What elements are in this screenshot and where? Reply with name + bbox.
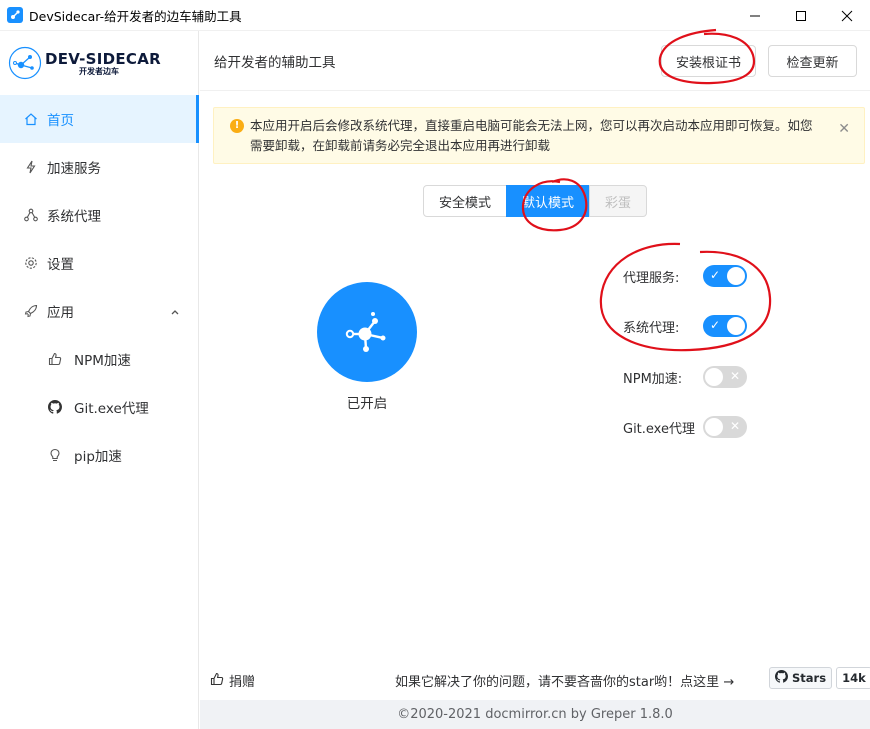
warning-alert: ! 本应用开启后会修改系统代理，直接重启电脑可能会无法上网，您可以再次启动本应用… bbox=[213, 107, 865, 164]
star-hint-link[interactable]: 如果它解决了你的问题，请不要吝啬你的star哟！点这里 → bbox=[395, 671, 734, 690]
lightning-icon bbox=[24, 160, 38, 174]
github-stars-label: Stars bbox=[792, 671, 827, 685]
sidebar-item-label: 加速服务 bbox=[47, 161, 101, 177]
sidebar-item-acceleration[interactable]: 加速服务 bbox=[0, 143, 198, 191]
logo-icon bbox=[8, 46, 42, 80]
github-stars-badge[interactable]: Stars 14k bbox=[769, 667, 870, 689]
sidebar-item-label: 设置 bbox=[47, 257, 74, 273]
sidebar-item-pip[interactable]: pip加速 bbox=[0, 431, 198, 479]
thumbs-up-icon bbox=[210, 672, 224, 690]
sidebar-item-label: pip加速 bbox=[74, 449, 122, 465]
switch-row-proxy-service: 代理服务: ✓ bbox=[623, 264, 747, 288]
switch-row-git: Git.exe代理 ✕ bbox=[623, 415, 747, 439]
rocket-icon bbox=[24, 304, 38, 318]
github-stars-count: 14k bbox=[836, 667, 870, 689]
switch-label: 代理服务: bbox=[623, 270, 680, 286]
sidebar-item-label: 应用 bbox=[47, 305, 74, 321]
install-root-cert-button[interactable]: 安装根证书 bbox=[661, 45, 756, 77]
check-update-button[interactable]: 检查更新 bbox=[768, 45, 857, 77]
switch-label: Git.exe代理 bbox=[623, 421, 695, 437]
npm-acceleration-switch[interactable]: ✕ bbox=[703, 366, 747, 388]
system-proxy-switch[interactable]: ✓ bbox=[703, 315, 747, 337]
sidebar-item-git[interactable]: Git.exe代理 bbox=[0, 383, 198, 431]
x-icon: ✕ bbox=[729, 369, 740, 383]
logo: DEV-SIDECAR 开发者边车 bbox=[0, 31, 198, 95]
main-content: 给开发者的辅助工具 安装根证书 检查更新 ! 本应用开启后会修改系统代理，直接重… bbox=[200, 31, 870, 729]
sidebar-item-label: NPM加速 bbox=[74, 353, 131, 369]
home-icon bbox=[24, 112, 38, 126]
mode-safe[interactable]: 安全模式 bbox=[423, 185, 508, 217]
proxy-power-button[interactable] bbox=[317, 282, 417, 382]
header: 给开发者的辅助工具 安装根证书 检查更新 bbox=[200, 31, 870, 91]
mode-easter-egg[interactable]: 彩蛋 bbox=[589, 185, 648, 217]
proxy-status-label: 已开启 bbox=[346, 396, 388, 412]
bulb-icon bbox=[48, 448, 62, 462]
sidebar-item-label: 首页 bbox=[47, 113, 74, 129]
minimize-button[interactable] bbox=[732, 0, 778, 31]
alert-text: 本应用开启后会修改系统代理，直接重启电脑可能会无法上网，您可以再次启动本应用即可… bbox=[250, 118, 813, 153]
sidebar-item-npm[interactable]: NPM加速 bbox=[0, 335, 198, 383]
donate-link[interactable]: 捐赠 bbox=[210, 671, 255, 690]
check-icon: ✓ bbox=[710, 318, 721, 332]
maximize-icon bbox=[796, 10, 806, 21]
switch-label: 系统代理: bbox=[623, 320, 680, 336]
sidebar-item-settings[interactable]: 设置 bbox=[0, 239, 198, 287]
switch-label: NPM加速: bbox=[623, 371, 683, 387]
sidebar: DEV-SIDECAR 开发者边车 首页 加速服务 系统代理 设置 应用 NPM… bbox=[0, 31, 199, 729]
x-icon: ✕ bbox=[729, 419, 740, 433]
thumbs-up-icon bbox=[48, 352, 62, 366]
copyright-bar: ©2020-2021 docmirror.cn by Greper 1.8.0 bbox=[200, 700, 870, 729]
maximize-button[interactable] bbox=[778, 0, 824, 31]
sidebar-item-apps[interactable]: 应用 bbox=[0, 287, 198, 335]
proxy-service-switch[interactable]: ✓ bbox=[703, 265, 747, 287]
sidebar-item-system-proxy[interactable]: 系统代理 bbox=[0, 191, 198, 239]
window-title: DevSidecar-给开发者的边车辅助工具 bbox=[29, 8, 242, 24]
warning-icon: ! bbox=[230, 119, 244, 133]
app-icon bbox=[7, 7, 23, 23]
footer-row: 捐赠 如果它解决了你的问题，请不要吝啬你的star哟！点这里 → Stars 1… bbox=[200, 664, 870, 694]
gear-icon bbox=[24, 256, 38, 270]
switch-row-system-proxy: 系统代理: ✓ bbox=[623, 314, 747, 338]
minimize-icon bbox=[750, 15, 760, 16]
logo-name: DEV-SIDECAR bbox=[45, 49, 161, 68]
sidebar-item-home[interactable]: 首页 bbox=[0, 95, 199, 143]
close-icon[interactable]: ✕ bbox=[838, 119, 850, 139]
mode-default[interactable]: 默认模式 bbox=[506, 185, 591, 217]
mode-selector: 安全模式 默认模式 彩蛋 bbox=[423, 185, 648, 217]
title-bar: DevSidecar-给开发者的边车辅助工具 bbox=[0, 0, 870, 31]
page-subtitle: 给开发者的辅助工具 bbox=[214, 54, 336, 71]
switch-row-npm: NPM加速: ✕ bbox=[623, 365, 747, 389]
sidebar-item-label: Git.exe代理 bbox=[74, 401, 149, 417]
chevron-up-icon[interactable] bbox=[170, 305, 180, 321]
network-icon bbox=[24, 208, 38, 222]
github-icon bbox=[775, 670, 788, 686]
github-icon bbox=[48, 400, 62, 414]
sidebar-item-label: 系统代理 bbox=[47, 209, 101, 225]
check-icon: ✓ bbox=[710, 268, 721, 282]
close-window-button[interactable] bbox=[824, 0, 870, 31]
close-icon bbox=[841, 10, 853, 21]
donate-label: 捐赠 bbox=[229, 675, 256, 690]
network-node-icon bbox=[345, 312, 386, 352]
git-proxy-switch[interactable]: ✕ bbox=[703, 416, 747, 438]
